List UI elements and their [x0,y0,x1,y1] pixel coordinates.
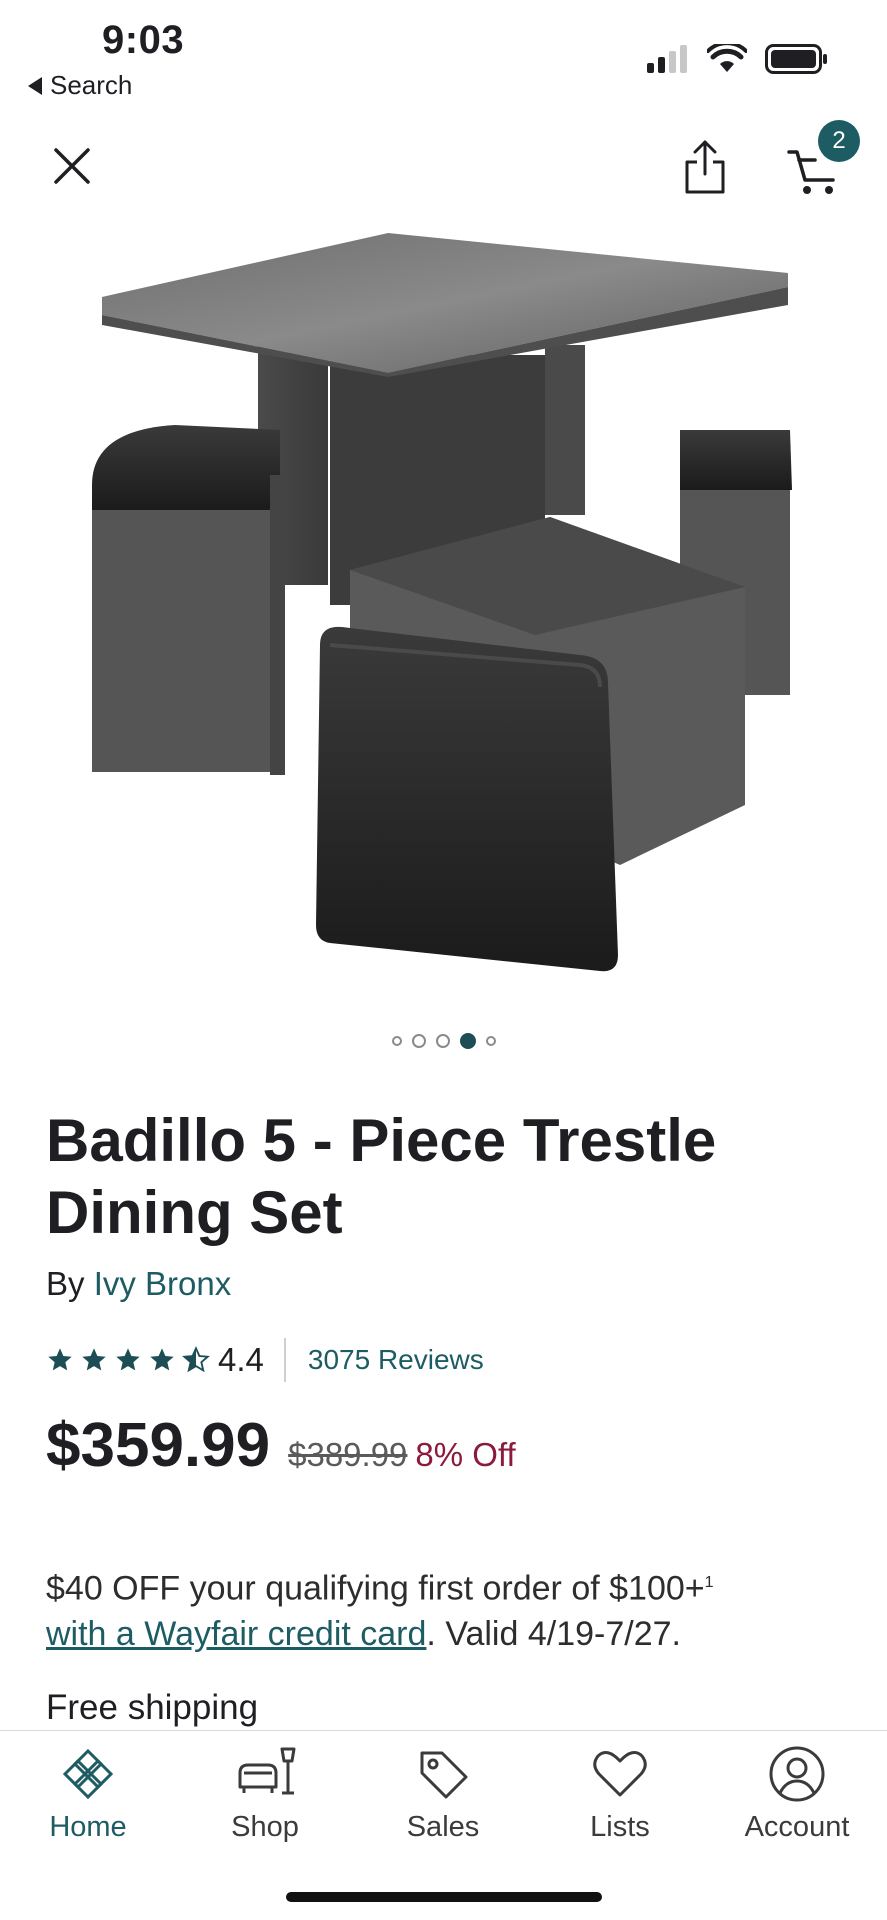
account-icon [769,1746,825,1802]
carousel-dot[interactable] [485,1036,496,1046]
carousel-dot-active[interactable] [459,1033,476,1049]
tag-icon [420,1751,468,1799]
top-nav [0,120,887,210]
promo-footnote: 1 [704,1574,714,1591]
promo-validity: . Valid 4/19-7/27. [426,1615,681,1654]
price-row: $359.99 $389.99 8% Off [46,1410,516,1481]
rating-row[interactable]: 4.4 3075 Reviews [46,1338,484,1382]
star-half-icon [182,1346,210,1373]
back-search-label: Search [50,70,133,100]
status-icons [645,44,829,74]
star-full-icon [82,1348,106,1371]
tab-label: Sales [406,1811,480,1843]
credit-card-link[interactable]: with a Wayfair credit card [46,1615,426,1653]
rating-value: 4.4 [218,1341,264,1378]
shipping-info: Free shipping [46,1688,259,1727]
tab-account[interactable]: Account [722,1743,872,1844]
carousel-dot[interactable] [411,1034,426,1048]
heart-icon [593,1750,647,1797]
star-rating [46,1346,210,1374]
tab-lists[interactable]: Lists [545,1743,695,1844]
carousel-dot[interactable] [435,1034,450,1048]
tab-label: Shop [231,1811,299,1843]
brand-byline: By Ivy Bronx [46,1265,231,1303]
cart-count-badge: 2 [818,120,860,162]
tab-label: Home [49,1811,127,1843]
carousel-dot[interactable] [391,1036,402,1046]
back-to-search-button[interactable]: Search [28,70,132,101]
product-image[interactable] [80,225,800,985]
status-time: 9:03 [102,18,185,62]
star-full-icon [116,1348,140,1371]
promo-text: $40 OFF your qualifying first order of $… [46,1569,705,1608]
tab-label: Account [744,1811,850,1843]
home-indicator [286,1892,602,1902]
discount-label: 8% Off [415,1436,516,1473]
status-bar: 9:03 Search [0,0,887,110]
wifi-icon [707,44,747,72]
brand-link[interactable]: Ivy Bronx [94,1265,232,1302]
tab-shop[interactable]: Shop [190,1743,340,1844]
tab-home[interactable]: Home [13,1743,163,1844]
by-prefix: By [46,1265,85,1302]
product-title: Badillo 5 - Piece Trestle Dining Set [46,1107,717,1246]
current-price: $359.99 [46,1411,271,1480]
tab-sales[interactable]: Sales [368,1743,518,1844]
star-full-icon [48,1348,72,1371]
star-full-icon [150,1348,174,1371]
original-price: $389.99 [288,1436,408,1473]
close-icon[interactable] [50,144,94,188]
tab-label: Lists [590,1811,650,1843]
rating-divider [283,1338,286,1382]
furniture-icon [238,1747,296,1795]
back-arrow-icon [28,76,42,95]
home-icon [62,1748,114,1800]
carousel-dots[interactable] [0,1033,887,1049]
reviews-link[interactable]: 3075 Reviews [308,1344,484,1376]
share-icon[interactable] [680,138,730,196]
cellular-signal-icon [647,45,687,73]
credit-card-promo: $40 OFF your qualifying first order of $… [46,1560,846,1657]
battery-icon [765,44,827,74]
